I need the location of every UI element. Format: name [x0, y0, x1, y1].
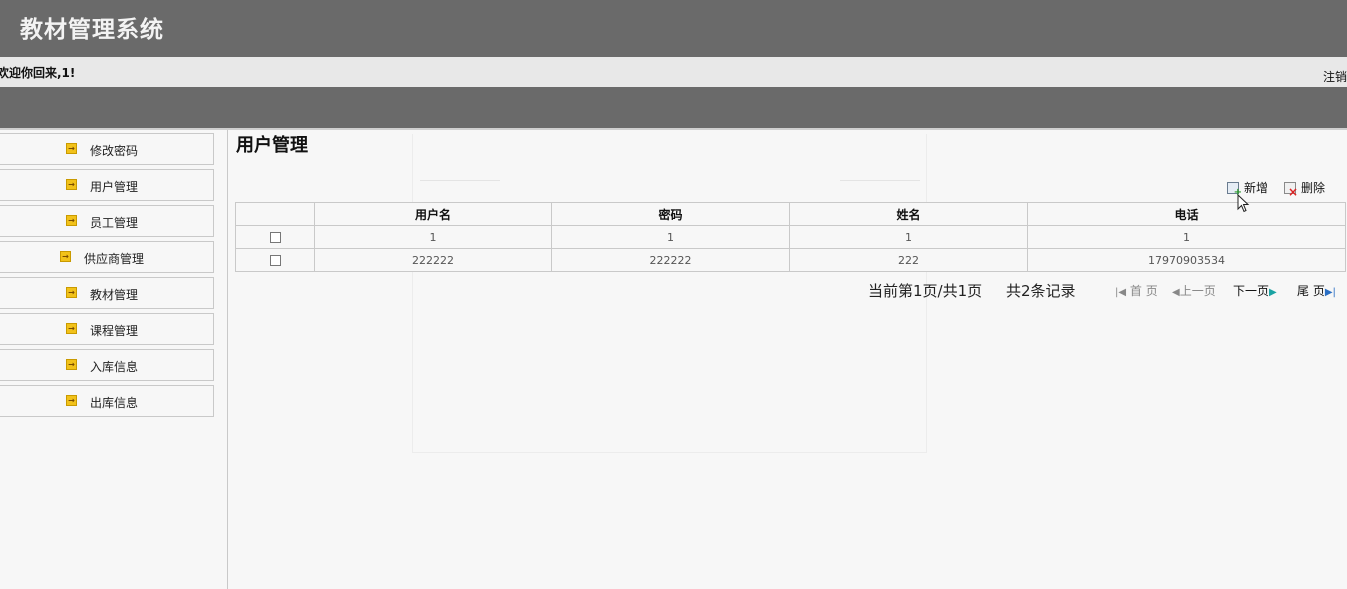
add-icon — [1227, 182, 1242, 198]
arrow-icon: → — [66, 179, 77, 190]
nav-bar — [0, 87, 1347, 128]
user-table: 用户名 密码 姓名 电话 1 1 1 1 222222 222222 222 1… — [235, 202, 1346, 272]
add-button[interactable]: 新增 — [1227, 179, 1269, 198]
arrow-icon: → — [66, 143, 77, 154]
name-cell: 222 — [789, 248, 1028, 272]
sidebar-item-label: 课程管理 — [90, 324, 139, 338]
arrow-icon: → — [66, 287, 77, 298]
arrow-icon: → — [66, 359, 77, 370]
arrow-icon: → — [66, 395, 77, 406]
row-select-cell — [235, 225, 315, 249]
last-page-label: 尾 页 — [1297, 284, 1325, 298]
password-cell: 1 — [551, 225, 790, 249]
password-cell: 222222 — [551, 248, 790, 272]
first-page-link[interactable]: |◀ 首 页 — [1115, 282, 1158, 299]
sidebar-item-label: 员工管理 — [90, 216, 139, 230]
next-page-link[interactable]: 下一页▶ — [1233, 282, 1277, 299]
add-label: 新增 — [1244, 181, 1269, 195]
welcome-bar: 欢迎你回来,1! 注销 — [0, 57, 1347, 87]
ghost-dialog-frame — [412, 134, 927, 453]
welcome-message: 欢迎你回来,1! — [0, 66, 76, 80]
ghost-line — [420, 180, 500, 181]
row-checkbox[interactable] — [269, 255, 281, 266]
page-info: 当前第1页/共1页 — [868, 282, 983, 300]
first-page-label: 首 页 — [1129, 284, 1158, 298]
row-checkbox[interactable] — [269, 232, 281, 243]
sidebar-item-stock-in[interactable]: → 入库信息 — [0, 349, 214, 381]
username-cell: 1 — [314, 225, 552, 249]
sidebar-item-users[interactable]: → 用户管理 — [0, 169, 214, 201]
delete-label: 删除 — [1301, 181, 1326, 195]
sidebar-item-textbooks[interactable]: → 教材管理 — [0, 277, 214, 309]
logout-link[interactable]: 注销 — [1323, 68, 1347, 85]
sidebar-item-label: 入库信息 — [90, 360, 139, 374]
column-header-password: 密码 — [551, 202, 790, 226]
sidebar-item-label: 出库信息 — [90, 396, 139, 410]
username-cell: 222222 — [314, 248, 552, 272]
first-page-icon: |◀ — [1115, 287, 1127, 298]
prev-page-icon: ◀ — [1172, 287, 1180, 298]
sidebar-item-stock-out[interactable]: → 出库信息 — [0, 385, 214, 417]
phone-cell: 17970903534 — [1027, 248, 1346, 272]
table-row: 1 1 1 1 — [235, 225, 1346, 249]
row-select-cell — [235, 248, 315, 272]
page-title: 用户管理 — [236, 135, 308, 156]
sidebar-item-label: 教材管理 — [90, 288, 139, 302]
arrow-icon: → — [60, 251, 71, 262]
delete-icon — [1284, 182, 1298, 199]
sidebar-item-suppliers[interactable]: → 供应商管理 — [0, 241, 214, 273]
delete-button[interactable]: 删除 — [1284, 179, 1326, 199]
column-header-name: 姓名 — [789, 202, 1028, 226]
sidebar-item-courses[interactable]: → 课程管理 — [0, 313, 214, 345]
sidebar-item-change-password[interactable]: → 修改密码 — [0, 133, 214, 165]
mouse-cursor-icon — [1237, 194, 1250, 213]
column-header-phone: 电话 — [1027, 202, 1346, 226]
prev-page-link[interactable]: ◀上一页 — [1172, 282, 1216, 299]
select-column-header — [235, 202, 315, 226]
next-page-icon: ▶ — [1269, 287, 1277, 298]
ghost-line — [840, 180, 920, 181]
sidebar: → 修改密码 → 用户管理 → 员工管理 → 供应商管理 → 教材管理 → 课程… — [0, 130, 228, 589]
column-header-username: 用户名 — [314, 202, 552, 226]
table-header-row: 用户名 密码 姓名 电话 — [235, 202, 1346, 226]
next-page-label: 下一页 — [1233, 284, 1270, 298]
prev-page-label: 上一页 — [1179, 284, 1216, 298]
last-page-link[interactable]: 尾 页▶| — [1297, 282, 1336, 299]
phone-cell: 1 — [1027, 225, 1346, 249]
header-bar: 教材管理系统 — [0, 0, 1347, 57]
app-title: 教材管理系统 — [20, 16, 164, 43]
sidebar-item-label: 用户管理 — [90, 180, 139, 194]
arrow-icon: → — [66, 323, 77, 334]
sidebar-item-label: 供应商管理 — [84, 252, 145, 266]
last-page-icon: ▶| — [1324, 287, 1336, 298]
arrow-icon: → — [66, 215, 77, 226]
table-row: 222222 222222 222 17970903534 — [235, 248, 1346, 272]
sidebar-item-staff[interactable]: → 员工管理 — [0, 205, 214, 237]
name-cell: 1 — [789, 225, 1028, 249]
sidebar-item-label: 修改密码 — [90, 144, 139, 158]
record-count: 共2条记录 — [1006, 282, 1076, 300]
